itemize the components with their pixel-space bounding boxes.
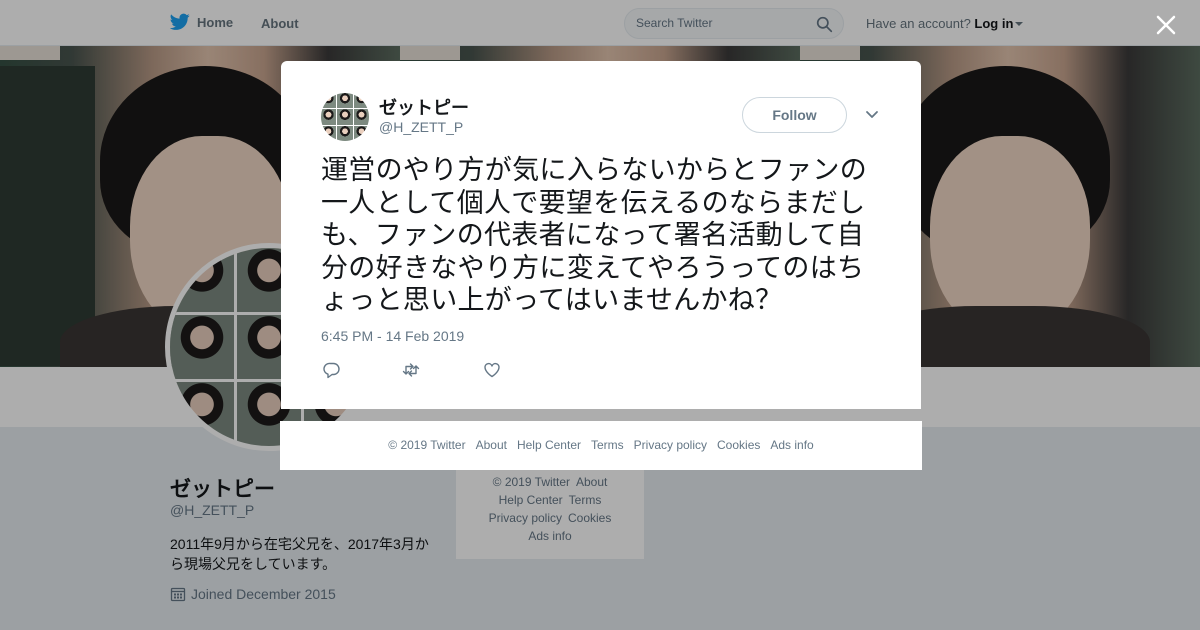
footer-about-link[interactable]: About [476,438,507,452]
modal-footer: © 2019 Twitter About Help Center Terms Priva… [280,421,922,470]
footer-privacy-link[interactable]: Privacy policy [634,438,707,452]
footer-terms-link[interactable]: Terms [591,438,624,452]
follow-button[interactable]: Follow [742,97,847,133]
tweet-text: 運営のやり方が気に入らないからとファンの一人として個人で要望を伝えるのならまだし… [321,155,867,315]
close-icon[interactable] [1153,12,1179,38]
tweet-avatar[interactable] [321,93,369,141]
footer-help-link[interactable]: Help Center [517,438,581,452]
footer-cookies-link[interactable]: Cookies [717,438,760,452]
retweet-icon[interactable] [402,361,420,379]
tweet-author-name[interactable]: ゼットピー [379,94,469,120]
footer-copyright: © 2019 Twitter [388,438,466,452]
tweet-timestamp[interactable]: 6:45 PM - 14 Feb 2019 [321,328,464,344]
chevron-down-icon[interactable] [864,109,880,121]
tweet-author-handle[interactable]: @H_ZETT_P [379,119,463,135]
footer-ads-link[interactable]: Ads info [770,438,813,452]
like-icon[interactable] [483,361,501,379]
tweet-card: ゼットピー @H_ZETT_P Follow 運営のやり方が気に入らないからとフ… [281,61,921,409]
reply-icon[interactable] [323,361,341,379]
